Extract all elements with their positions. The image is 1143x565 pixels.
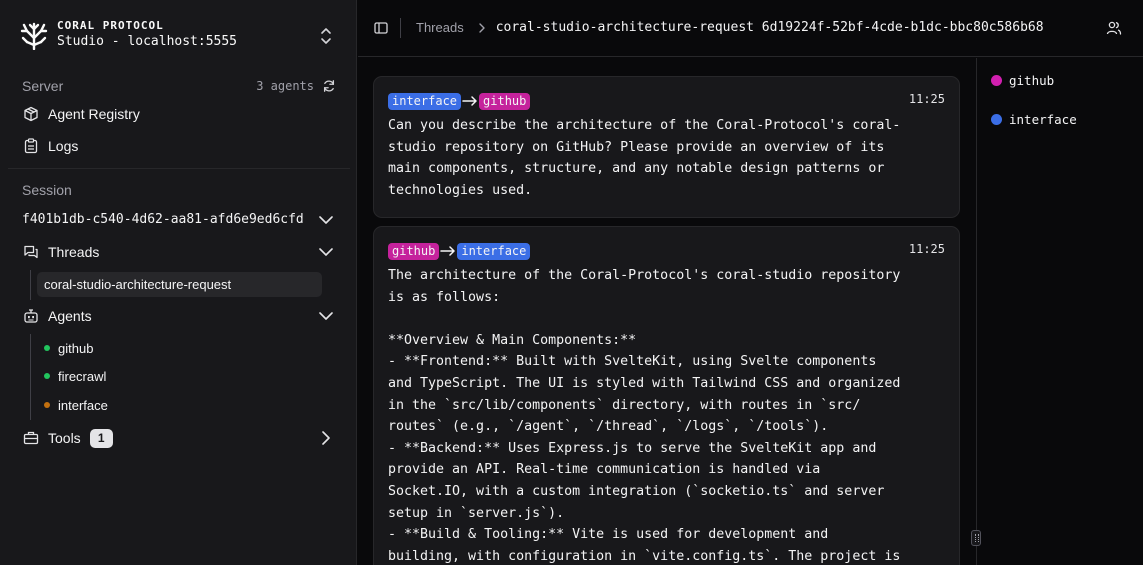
sidebar-item-label: Logs — [48, 138, 79, 154]
users-icon[interactable] — [1106, 20, 1122, 36]
sidebar-toggle-icon[interactable] — [374, 21, 388, 35]
brand-subtitle: Studio - localhost:5555 — [57, 34, 238, 49]
sidebar-item-logs[interactable]: Logs — [18, 132, 338, 160]
header-separator — [400, 18, 401, 38]
agent-name: github — [58, 340, 94, 356]
participant-name: interface — [1009, 112, 1077, 127]
agent-name: interface — [58, 397, 108, 413]
sidebar: CORAL PROTOCOL Studio - localhost:5555 S… — [0, 0, 357, 565]
session-id[interactable]: f401b1db-c540-4d62-aa81-afd6e9ed6cfd — [22, 212, 304, 227]
arrow-right-icon — [440, 246, 456, 256]
message-header: github interface 11:25 — [388, 241, 945, 261]
brand-title: CORAL PROTOCOL — [57, 19, 164, 32]
session-group-label: Session — [22, 182, 72, 198]
sidebar-divider — [8, 168, 350, 169]
participant-github[interactable]: github — [991, 73, 1054, 88]
recipient-tag: interface — [457, 242, 531, 260]
chevron-right-icon — [479, 22, 485, 33]
agent-item-firecrawl[interactable]: firecrawl — [44, 366, 106, 386]
agent-name: firecrawl — [58, 368, 107, 384]
participant-color-dot — [991, 114, 1002, 125]
agent-item-interface[interactable]: interface — [44, 395, 108, 415]
sidebar-item-label: Threads — [48, 244, 100, 260]
participant-interface[interactable]: interface — [991, 112, 1077, 127]
package-icon — [24, 106, 38, 122]
status-dot — [44, 345, 50, 351]
chevron-down-icon — [319, 312, 333, 320]
breadcrumb: Threads coral-studio-architecture-reques… — [416, 20, 1044, 35]
thread-item[interactable]: coral-studio-architecture-request — [37, 272, 322, 297]
message-body: The architecture of the Coral-Protocol's… — [388, 268, 901, 564]
arrow-right-icon — [462, 96, 477, 106]
tree-line — [30, 334, 31, 420]
coral-logo-icon — [20, 22, 48, 50]
messages-icon — [24, 245, 38, 259]
message-body: Can you describe the architecture of the… — [388, 118, 901, 198]
sidebar-item-label: Tools — [48, 430, 81, 446]
chevron-right-icon — [322, 431, 330, 445]
sender-tag: interface — [388, 92, 462, 110]
status-dot — [44, 373, 50, 379]
clipboard-list-icon — [24, 138, 38, 154]
top-header: Threads coral-studio-architecture-reques… — [358, 0, 1143, 57]
server-group-label: Server — [22, 78, 64, 94]
message-time: 11:25 — [908, 92, 945, 106]
agents-count: 3 agents — [256, 79, 314, 93]
message-card: interface github 11:25 Can you describe … — [373, 76, 960, 218]
participant-color-dot — [991, 75, 1002, 86]
panel-resize-handle[interactable] — [971, 530, 981, 546]
studio-switcher[interactable]: CORAL PROTOCOL Studio - localhost:5555 — [0, 0, 357, 70]
thread-messages: interface github 11:25 Can you describe … — [358, 58, 976, 565]
participant-name: github — [1009, 73, 1055, 88]
message-header: interface github 11:25 — [388, 91, 945, 111]
chevron-down-icon[interactable] — [319, 213, 333, 227]
tools-count-badge: 1 — [89, 428, 113, 448]
bot-icon — [24, 309, 38, 323]
refresh-icon[interactable] — [322, 79, 336, 93]
status-dot — [44, 402, 50, 408]
breadcrumb-threads-link[interactable]: Threads — [416, 20, 464, 35]
sidebar-item-label: Agents — [48, 308, 92, 324]
sidebar-item-threads[interactable]: Threads — [18, 238, 338, 266]
recipient-tag: github — [479, 92, 531, 110]
participants-panel: github interface — [971, 58, 1143, 565]
sidebar-item-tools[interactable]: Tools 1 — [18, 424, 338, 452]
message-card: github interface 11:25 The architecture … — [373, 226, 960, 565]
toolbox-icon — [23, 431, 39, 445]
sidebar-item-agents[interactable]: Agents — [18, 302, 338, 330]
breadcrumb-current-thread: coral-studio-architecture-request 6d1922… — [495, 20, 1044, 35]
sidebar-item-label: Agent Registry — [48, 106, 140, 122]
agent-item-github[interactable]: github — [44, 338, 93, 358]
tree-line — [30, 270, 31, 300]
sender-tag: github — [388, 242, 440, 260]
chevrons-up-down-icon — [321, 28, 331, 44]
chevron-down-icon — [319, 248, 333, 256]
message-time: 11:25 — [908, 242, 945, 256]
sidebar-item-agent-registry[interactable]: Agent Registry — [18, 100, 338, 128]
